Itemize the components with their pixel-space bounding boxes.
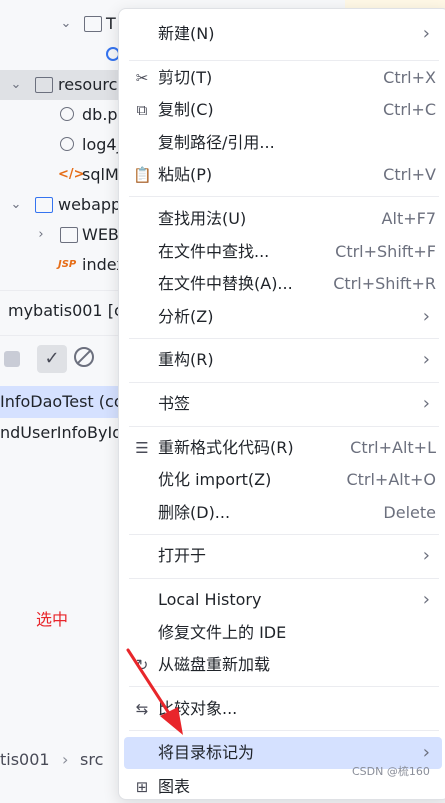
menu-item-reformat-code[interactable]: ☰ 重新格式化代码(R) Ctrl+Alt+L [124,432,442,464]
compare-icon: ⇆ [135,700,149,718]
breadcrumb-item[interactable]: src [80,750,103,769]
tree-row[interactable]: ⌄ T [0,9,130,39]
clipboard-icon: 📋 [133,166,152,184]
menu-item-delete[interactable]: 删除(D)... Delete [124,497,442,529]
menu-item-repair-ide[interactable]: 修复文件上的 IDE [124,617,442,649]
menu-divider [129,730,439,731]
xml-file-icon: </> [58,167,85,182]
menu-item-analyze[interactable]: 分析(Z) › [124,301,442,333]
menu-item-copy-path[interactable]: 复制路径/引用... [124,127,442,159]
chevron-right-icon: › [422,306,430,327]
check-icon[interactable]: ✓ [37,345,67,373]
project-tree: ⌄ T ⌄ resourc db.p log4j </> sqlM ⌄ weba… [0,0,130,290]
chevron-right-icon: › [38,227,44,242]
diagram-icon: ⊞ [135,778,149,796]
tree-row[interactable]: JSP index [0,250,130,280]
chevron-right-icon: › [62,750,69,769]
chevron-right-icon: › [422,393,430,414]
status-breadcrumb: tis001 › src [0,740,130,780]
tree-row[interactable]: db.p [0,100,130,130]
annotation-label: 选中 [36,610,69,629]
test-result-row[interactable]: InfoDaoTest (co [0,386,130,418]
scissors-icon: ✂ [135,69,149,87]
menu-item-cut[interactable]: ✂ 剪切(T) Ctrl+X [124,62,442,94]
run-tab-label[interactable]: mybatis001 [c [8,301,123,320]
tree-row[interactable]: › WEB [0,220,130,250]
gear-icon [60,107,74,121]
chevron-down-icon: ⌄ [10,197,22,212]
menu-item-refactor[interactable]: 重构(R) › [124,344,442,376]
menu-divider [129,534,439,535]
menu-item-copy[interactable]: ⧉ 复制(C) Ctrl+C [124,94,442,126]
stop-icon[interactable] [4,351,20,367]
menu-item-new[interactable]: 新建(N) › [124,18,442,50]
chevron-right-icon: › [422,23,430,44]
test-result-row[interactable]: ndUserInfoById [0,419,130,447]
tree-row[interactable]: </> sqlM [0,160,130,190]
menu-divider [129,196,439,197]
copy-icon: ⧉ [136,101,148,119]
gear-icon [60,137,74,151]
menu-item-local-history[interactable]: Local History › [124,584,442,616]
menu-divider [129,578,439,579]
menu-divider [129,686,439,687]
menu-item-find-usages[interactable]: 查找用法(U) Alt+F7 [124,203,442,235]
menu-divider [129,60,439,61]
menu-item-find-in-files[interactable]: 在文件中查找... Ctrl+Shift+F [124,236,442,268]
tree-row[interactable]: log4j [0,130,130,160]
folder-icon [84,16,102,32]
run-tab-bar[interactable]: mybatis001 [c [0,290,130,336]
menu-item-open-in[interactable]: 打开于 › [124,540,442,572]
chevron-right-icon: › [422,349,430,370]
menu-divider [129,382,439,383]
chevron-right-icon: › [422,545,430,566]
test-toolbar: ✓ [0,340,130,380]
reformat-icon: ☰ [135,439,149,457]
folder-icon [35,197,53,213]
chevron-down-icon: ⌄ [10,77,22,92]
tree-row[interactable] [0,40,130,70]
tree-row-resources[interactable]: ⌄ resourc [0,70,130,100]
menu-item-optimize-imports[interactable]: 优化 import(Z) Ctrl+Alt+O [124,464,442,496]
jsp-file-icon: JSP [58,259,77,270]
tree-row[interactable]: ⌄ webapp [0,190,130,220]
watermark: CSDN @梳160 [352,765,430,778]
folder-icon [60,227,78,243]
context-menu: 新建(N) › ✂ 剪切(T) Ctrl+X ⧉ 复制(C) Ctrl+C 复制… [118,8,445,800]
chevron-right-icon: › [422,589,430,610]
folder-icon [35,77,53,93]
reload-icon: ↻ [135,656,149,674]
ban-icon[interactable] [74,347,94,367]
menu-item-paste[interactable]: 📋 粘贴(P) Ctrl+V [124,159,442,191]
breadcrumb-item[interactable]: tis001 [0,750,50,769]
menu-item-bookmarks[interactable]: 书签 › [124,388,442,420]
menu-divider [129,426,439,427]
chevron-down-icon: ⌄ [60,16,72,31]
menu-item-compare-with[interactable]: ⇆ 比较对象... [124,693,442,725]
menu-item-replace-in-files[interactable]: 在文件中替换(A)... Ctrl+Shift+R [124,268,442,300]
menu-divider [129,338,439,339]
menu-item-reload-from-disk[interactable]: ↻ 从磁盘重新加载 [124,649,442,681]
